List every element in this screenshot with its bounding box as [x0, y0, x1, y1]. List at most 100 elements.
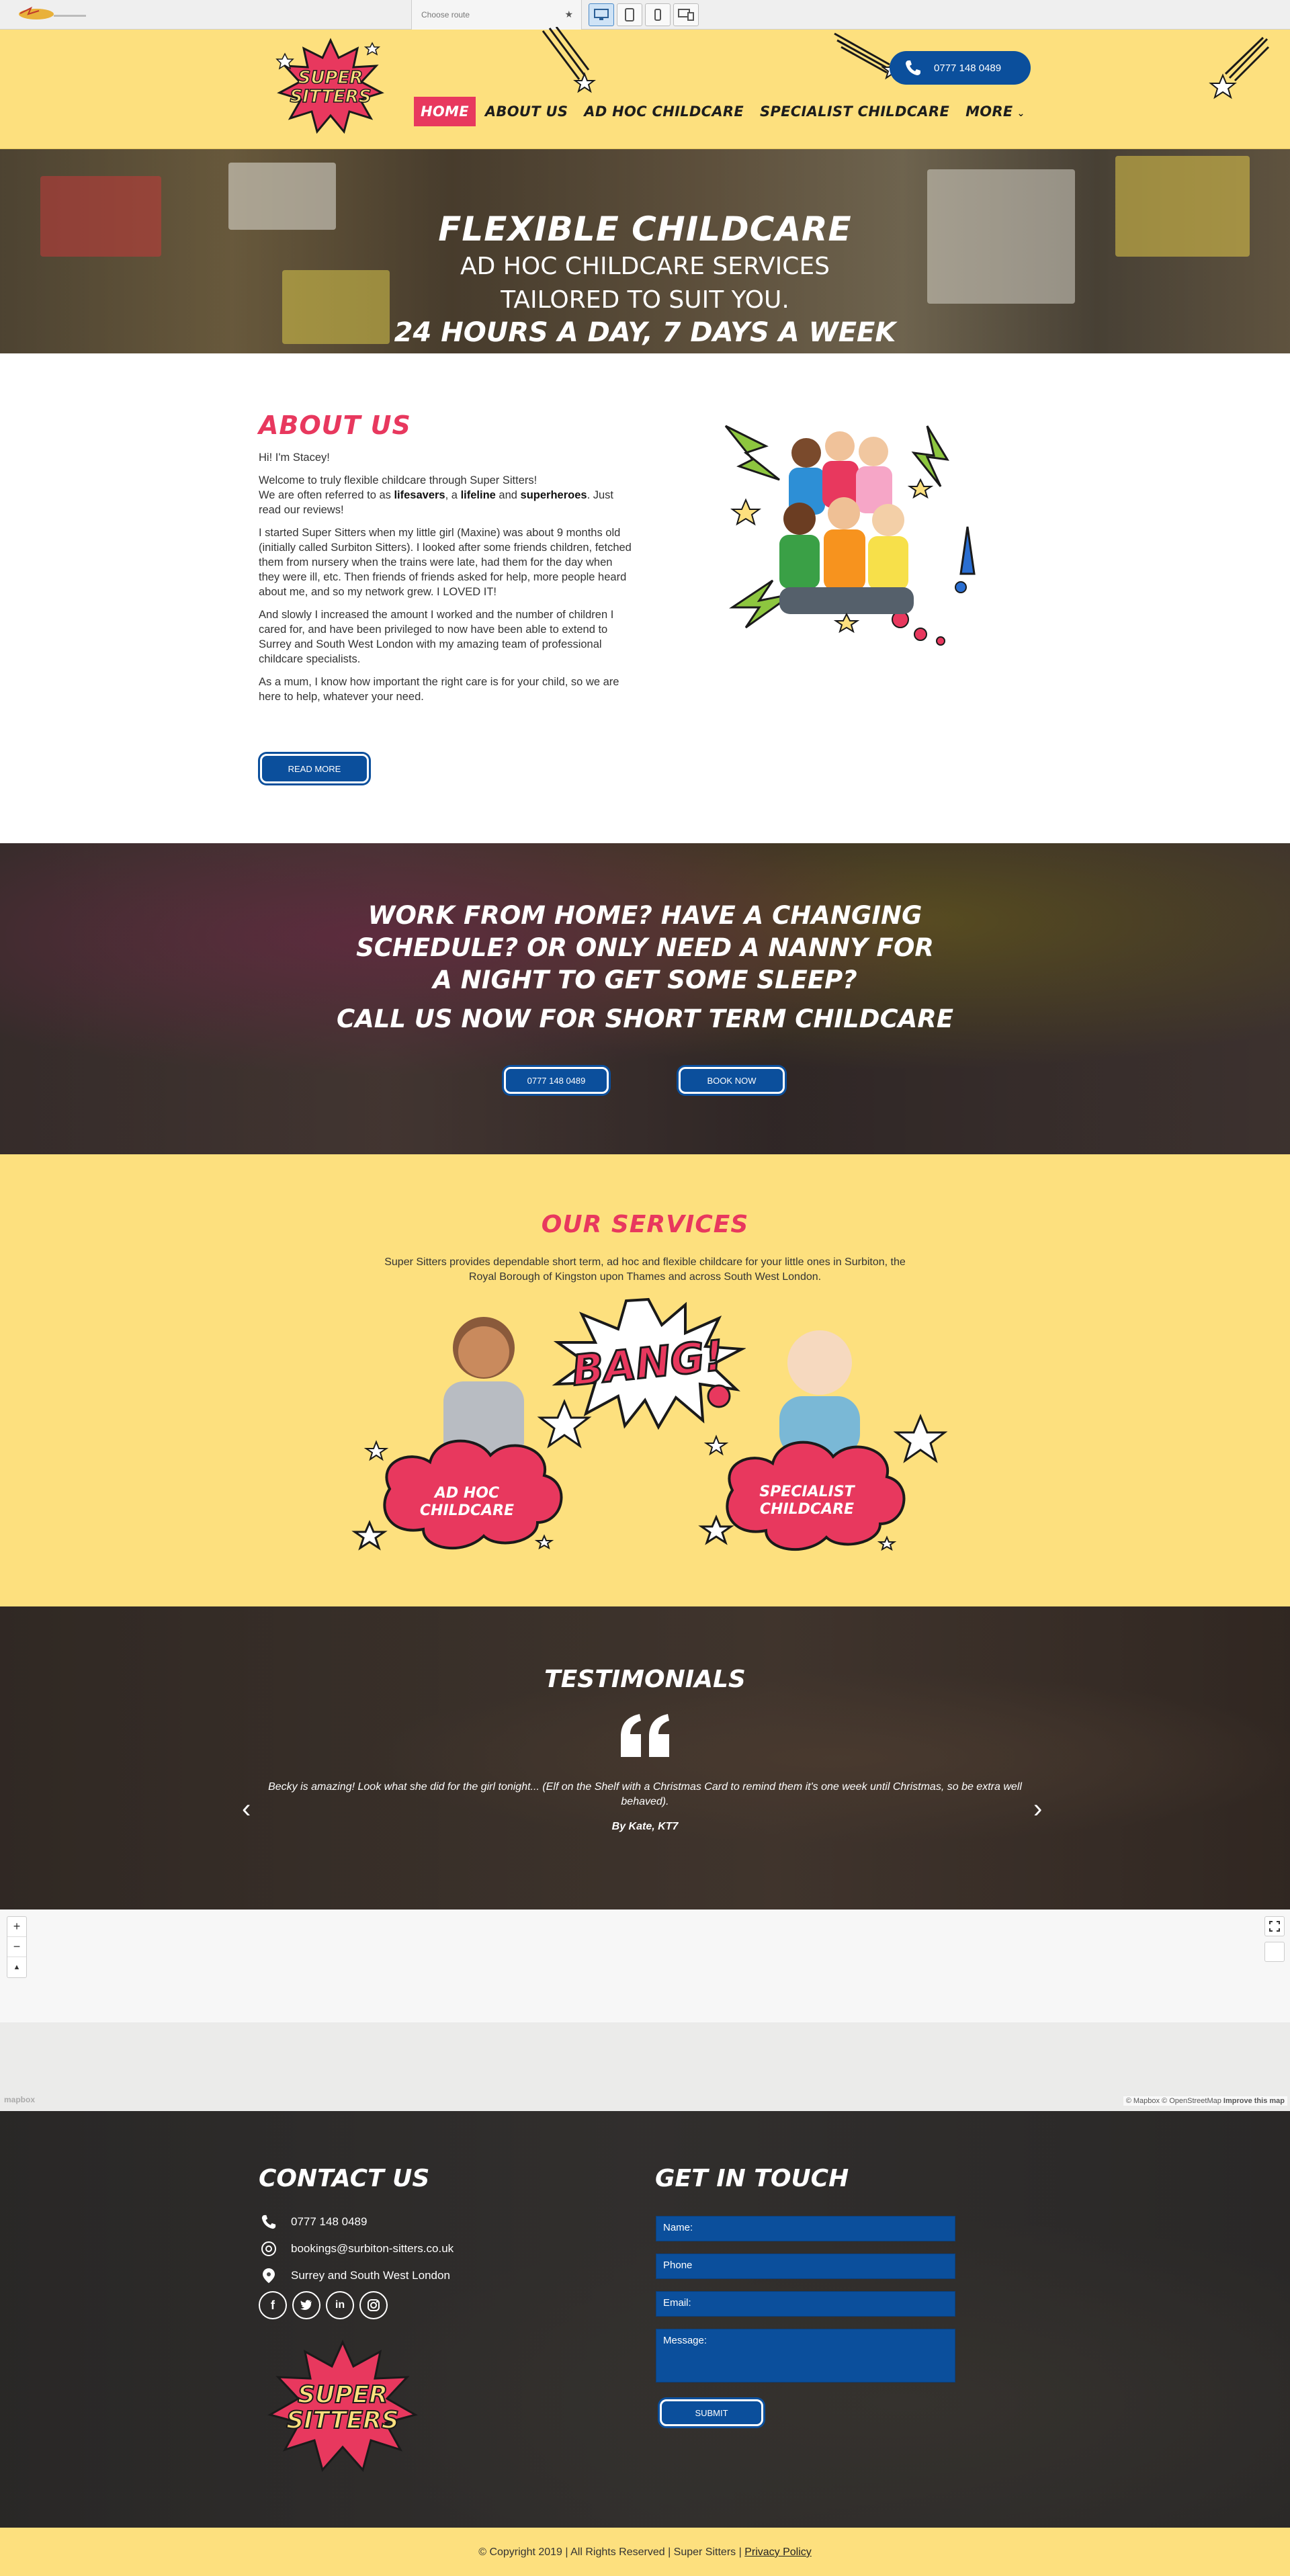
mapbox-logo[interactable]: mapbox: [4, 2095, 35, 2104]
fullscreen-icon: [1269, 1921, 1280, 1932]
linkedin-icon[interactable]: in: [326, 2291, 354, 2319]
about-paragraph: And slowly I increased the amount I work…: [259, 609, 614, 665]
call-to-action-section: WORK FROM HOME? HAVE A CHANGING SCHEDULE…: [0, 843, 1290, 1154]
cta-question: WORK FROM HOME? HAVE A CHANGING SCHEDULE…: [356, 901, 934, 994]
super-sitters-logo[interactable]: SUPER SITTERS: [271, 35, 390, 136]
hero-subheading-3: 24 HOURS A DAY, 7 DAYS A WEEK: [394, 317, 896, 348]
map-style-button[interactable]: [1264, 1942, 1285, 1962]
submit-button[interactable]: SUBMIT: [660, 2399, 763, 2426]
facebook-icon[interactable]: f: [259, 2291, 287, 2319]
footer-super-sitters-logo[interactable]: SUPER SITTERS: [262, 2333, 423, 2474]
mobile-icon[interactable]: [645, 3, 671, 26]
cta-phone-button[interactable]: 0777 148 0489: [504, 1067, 609, 1094]
cta-call-heading: CALL US NOW FOR SHORT TERM CHILDCARE: [336, 1004, 954, 1033]
phone-icon: [259, 2212, 279, 2232]
header-phone-button[interactable]: 0777 148 0489: [890, 51, 1031, 85]
chevron-right-icon[interactable]: ›: [1033, 1795, 1042, 1822]
desktop-icon[interactable]: [589, 3, 614, 26]
fullscreen-button[interactable]: [1264, 1916, 1285, 1936]
contact-area-text: Surrey and South West London: [291, 2269, 450, 2282]
about-title: ABOUT US: [259, 411, 411, 440]
about-section: ABOUT US Hi! I'm Stacey! Welcome to trul…: [0, 353, 1290, 843]
phone-field[interactable]: Phone: [656, 2253, 955, 2279]
about-paragraph: I started Super Sitters when my little g…: [259, 527, 632, 598]
about-bold-lifeline: lifeline: [460, 489, 496, 501]
nav-more[interactable]: MORE ⌄: [959, 97, 1032, 126]
svg-text:SITTERS: SITTERS: [290, 87, 372, 107]
contact-area: Surrey and South West London: [259, 2266, 450, 2286]
hero-banner: FLEXIBLE CHILDCARE AD HOC CHILDCARE SERV…: [0, 149, 1290, 353]
testimonials-section: TESTIMONIALS Becky is amazing! Look what…: [0, 1606, 1290, 1909]
service-label-line: SPECIALIST: [759, 1484, 855, 1500]
responsive-icon[interactable]: [673, 3, 699, 26]
service-label-line: CHILDCARE: [759, 1501, 855, 1518]
testimonials-title: TESTIMONIALS: [544, 1666, 746, 1693]
zoom-in-button[interactable]: +: [7, 1917, 26, 1937]
message-field[interactable]: Message:: [656, 2329, 955, 2382]
chevron-left-icon[interactable]: ‹: [242, 1795, 251, 1822]
service-label-line: CHILDCARE: [419, 1502, 515, 1519]
contact-us-title: CONTACT US: [259, 2165, 430, 2192]
services-title: OUR SERVICES: [541, 1211, 749, 1238]
compass-button[interactable]: ▲: [7, 1957, 26, 1977]
map-attribution: © Mapbox © OpenStreetMap Improve this ma…: [1123, 2096, 1287, 2106]
quote-icon: [621, 1714, 669, 1757]
nav-ad-hoc-childcare[interactable]: AD HOC CHILDCARE: [577, 97, 750, 126]
service-label-line: AD HOC: [434, 1485, 500, 1502]
ad-hoc-childcare-graphic[interactable]: [349, 1307, 605, 1590]
nav-more-label: MORE: [965, 103, 1013, 120]
about-bold-lifesavers: lifesavers: [394, 489, 445, 501]
kids-group-image: [724, 425, 976, 646]
map-zoom-controls: + − ▲: [7, 1916, 27, 1978]
about-intro: Welcome to truly flexible childcare thro…: [259, 473, 635, 517]
route-select[interactable]: Choose route ★: [411, 0, 582, 30]
testimonial-quote: Becky is amazing! Look what she did for …: [268, 1781, 1022, 1807]
testimonial-author: By Kate, KT7: [611, 1821, 679, 1832]
chevron-down-icon: ⌄: [1017, 108, 1025, 119]
site-mini-logo[interactable]: [16, 5, 90, 23]
specialist-childcare-label[interactable]: SPECIALIST CHILDCARE: [743, 1484, 871, 1518]
twitter-icon[interactable]: [292, 2291, 320, 2319]
route-select-placeholder: Choose route: [421, 10, 470, 19]
ad-hoc-childcare-label[interactable]: AD HOC CHILDCARE: [403, 1485, 531, 1520]
hero-heading: FLEXIBLE CHILDCARE: [438, 210, 852, 249]
email-field[interactable]: Email:: [656, 2291, 955, 2317]
about-body: Hi! I'm Stacey! Welcome to truly flexibl…: [259, 450, 635, 712]
header-phone-number: 0777 148 0489: [934, 62, 1002, 74]
favorite-star-icon[interactable]: ★: [564, 9, 573, 20]
email-at-icon: [259, 2239, 279, 2259]
privacy-policy-link[interactable]: Privacy Policy: [744, 2546, 812, 2558]
about-bold-superheroes: superheroes: [520, 489, 587, 501]
zoom-out-button[interactable]: −: [7, 1937, 26, 1957]
map-attribution-text[interactable]: © Mapbox © OpenStreetMap: [1126, 2097, 1221, 2105]
nav-about-us[interactable]: ABOUT US: [478, 97, 574, 126]
about-text: and: [495, 489, 521, 501]
contact-email-text: bookings@surbiton-sitters.co.uk: [291, 2242, 454, 2255]
svg-text:SUPER: SUPER: [298, 68, 363, 88]
contact-phone[interactable]: 0777 148 0489: [259, 2212, 367, 2232]
location-pin-icon: [259, 2266, 279, 2286]
about-text: We are often referred to as: [259, 489, 394, 501]
tablet-icon[interactable]: [617, 3, 642, 26]
specialist-childcare-graphic[interactable]: [692, 1322, 961, 1591]
contact-email[interactable]: bookings@surbiton-sitters.co.uk: [259, 2239, 454, 2259]
location-map[interactable]: + − ▲ mapbox © Mapbox © OpenStreetMap Im…: [0, 1909, 1290, 2111]
about-paragraph: As a mum, I know how important the right…: [259, 676, 619, 703]
name-field[interactable]: Name:: [656, 2216, 955, 2241]
about-text: , a: [445, 489, 461, 501]
social-links: f in: [259, 2291, 393, 2319]
get-in-touch-title: GET IN TOUCH: [655, 2165, 849, 2192]
editor-toolbar: Choose route ★: [0, 0, 1290, 30]
hero-subheading-2: TAILORED TO SUIT YOU.: [501, 286, 789, 314]
instagram-icon[interactable]: [359, 2291, 388, 2319]
site-header: SUPER SITTERS HOME ABOUT US AD HOC CHILD…: [0, 27, 1290, 149]
svg-text:SUPER: SUPER: [298, 2381, 388, 2409]
main-nav: HOME ABOUT US AD HOC CHILDCARE SPECIALIS…: [414, 97, 1035, 126]
about-welcome: Welcome to truly flexible childcare thro…: [259, 474, 538, 486]
nav-home[interactable]: HOME: [414, 97, 476, 126]
read-more-button[interactable]: READ MORE: [260, 754, 369, 783]
shooting-star-icon: [542, 27, 596, 93]
improve-map-link[interactable]: Improve this map: [1223, 2097, 1285, 2105]
nav-specialist-childcare[interactable]: SPECIALIST CHILDCARE: [753, 97, 956, 126]
cta-book-now-button[interactable]: BOOK NOW: [679, 1067, 785, 1094]
